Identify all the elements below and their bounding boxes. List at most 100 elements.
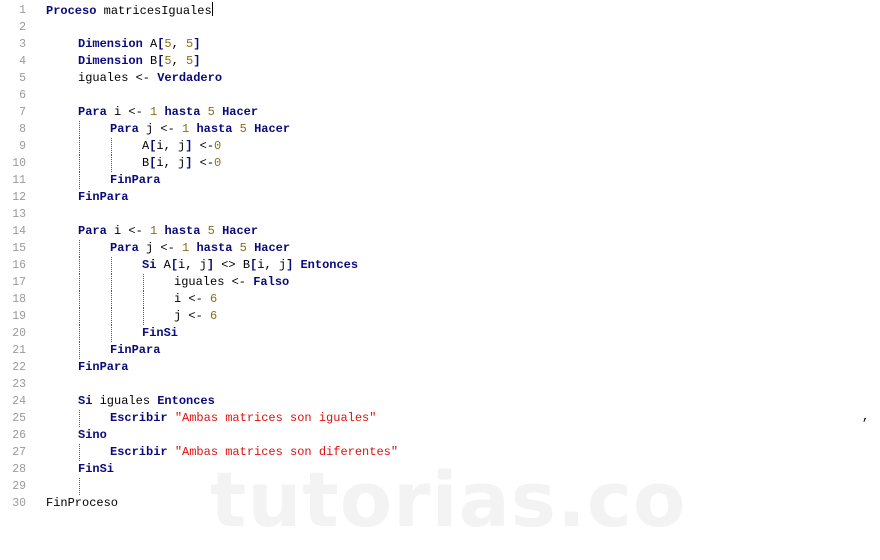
indent-guide — [79, 257, 80, 274]
code-text: j <- 6 — [174, 308, 217, 325]
keyword-token: Sino — [78, 428, 107, 442]
text-token: matricesIguales — [96, 4, 212, 18]
code-line[interactable]: 8 Para j <- 1 hasta 5 Hacer — [0, 121, 880, 138]
line-number: 6 — [19, 89, 26, 102]
keyword-token: ] — [193, 54, 201, 68]
code-line[interactable]: 13 — [0, 206, 880, 223]
code-line[interactable]: 28 FinSi — [0, 461, 880, 478]
code-line[interactable]: 14 Para i <- 1 hasta 5 Hacer — [0, 223, 880, 240]
code-line[interactable]: 3 Dimension A[5, 5] — [0, 36, 880, 53]
line-number: 30 — [12, 497, 26, 510]
code-text: Escribir "Ambas matrices son diferentes" — [110, 444, 398, 461]
text-token: iguales <- — [174, 275, 254, 289]
code-line[interactable]: 21 FinPara — [0, 342, 880, 359]
code-text: Si A[i, j] <> B[i, j] Entonces — [142, 257, 358, 274]
line-number: 17 — [12, 276, 26, 289]
indent-guide — [143, 308, 144, 325]
code-line[interactable]: 26 Sino — [0, 427, 880, 444]
code-text: Escribir "Ambas matrices son iguales" — [110, 410, 376, 427]
code-line[interactable]: 19 j <- 6 — [0, 308, 880, 325]
code-line[interactable]: 6 — [0, 87, 880, 104]
code-text: Para i <- 1 hasta 5 Hacer — [78, 104, 258, 121]
number-token: 0 — [214, 139, 222, 153]
code-text: Dimension A[5, 5] — [78, 36, 200, 53]
text-token: i, j — [257, 258, 287, 272]
code-line[interactable]: 18 i <- 6 — [0, 291, 880, 308]
code-line[interactable]: 15 Para j <- 1 hasta 5 Hacer — [0, 240, 880, 257]
code-line[interactable]: 2 — [0, 19, 880, 36]
indent-guide — [111, 155, 112, 172]
code-line[interactable]: 7 Para i <- 1 hasta 5 Hacer — [0, 104, 880, 121]
keyword-token: Hacer — [254, 241, 291, 255]
code-text: B[i, j] <-0 — [142, 155, 221, 172]
text-token: i, j — [156, 139, 186, 153]
code-line[interactable]: 4 Dimension B[5, 5] — [0, 53, 880, 70]
indent-guide — [111, 138, 112, 155]
code-line[interactable]: 5 iguales <- Verdadero — [0, 70, 880, 87]
keyword-token: FinPara — [78, 190, 129, 204]
code-line[interactable]: 11 FinPara — [0, 172, 880, 189]
code-line[interactable]: 1 Proceso matricesIguales — [0, 2, 880, 19]
number-token: 5 — [207, 224, 215, 238]
code-text: Si iguales Entonces — [78, 393, 215, 410]
code-line[interactable]: 12 FinPara — [0, 189, 880, 206]
line-number: 28 — [12, 463, 26, 476]
code-text: Para j <- 1 hasta 5 Hacer — [110, 121, 290, 138]
indent-guide — [79, 308, 80, 325]
keyword-token: Hacer — [222, 105, 259, 119]
keyword-token: Dimension — [78, 37, 143, 51]
line-number: 3 — [19, 38, 26, 51]
keyword-token: Para — [110, 241, 139, 255]
code-line[interactable]: 24 Si iguales Entonces — [0, 393, 880, 410]
keyword-token: Si — [142, 258, 157, 272]
keyword-token: ] — [206, 258, 215, 272]
line-number: 12 — [12, 191, 26, 204]
code-line[interactable]: 20 FinSi — [0, 325, 880, 342]
keyword-token: [ — [170, 258, 179, 272]
line-number: 9 — [19, 140, 26, 153]
code-line[interactable]: 9 A[i, j] <-0 — [0, 138, 880, 155]
code-line[interactable]: 23 — [0, 376, 880, 393]
line-number: 13 — [12, 208, 26, 221]
indent-guide — [79, 240, 80, 257]
text-token: i <- — [106, 105, 151, 119]
code-text: Proceso matricesIguales — [46, 2, 213, 20]
string-token: "Ambas matrices son diferentes" — [174, 445, 399, 459]
text-token: i, j — [156, 156, 186, 170]
indent-guide — [79, 325, 80, 342]
indent-guide — [143, 274, 144, 291]
text-token: A — [156, 258, 171, 272]
indent-guide — [79, 291, 80, 308]
code-line[interactable]: 17 iguales <- Falso — [0, 274, 880, 291]
code-editor[interactable]: 1 Proceso matricesIguales 2 3 Dimension A[5,… — [0, 2, 880, 512]
code-line[interactable]: 30 FinProceso — [0, 495, 880, 512]
number-token: 5 — [164, 54, 172, 68]
code-text: Para i <- 1 hasta 5 Hacer — [78, 223, 258, 240]
keyword-token: Para — [78, 224, 107, 238]
indent-guide — [79, 342, 80, 359]
code-line[interactable]: 22 FinPara — [0, 359, 880, 376]
text-token: j <- — [138, 241, 183, 255]
number-token: 6 — [210, 292, 218, 306]
line-number: 8 — [19, 123, 26, 136]
code-text: FinPara — [110, 342, 160, 359]
number-token: 5 — [207, 105, 215, 119]
line-number: 23 — [12, 378, 26, 391]
code-line[interactable]: 27 Escribir "Ambas matrices son diferente… — [0, 444, 880, 461]
code-line[interactable]: 16 Si A[i, j] <> B[i, j] Entonces — [0, 257, 880, 274]
code-line[interactable]: 10 B[i, j] <-0 — [0, 155, 880, 172]
code-text: Para j <- 1 hasta 5 Hacer — [110, 240, 290, 257]
keyword-token: Verdadero — [157, 71, 223, 85]
keyword-token: FinPara — [110, 173, 161, 187]
keyword-token: Hacer — [254, 122, 291, 136]
code-text: FinProceso — [46, 495, 118, 512]
code-line[interactable]: 25 Escribir "Ambas matrices son iguales" — [0, 410, 880, 427]
indent-guide — [111, 308, 112, 325]
code-line[interactable]: 29 — [0, 478, 880, 495]
keyword-token: Hacer — [222, 224, 259, 238]
